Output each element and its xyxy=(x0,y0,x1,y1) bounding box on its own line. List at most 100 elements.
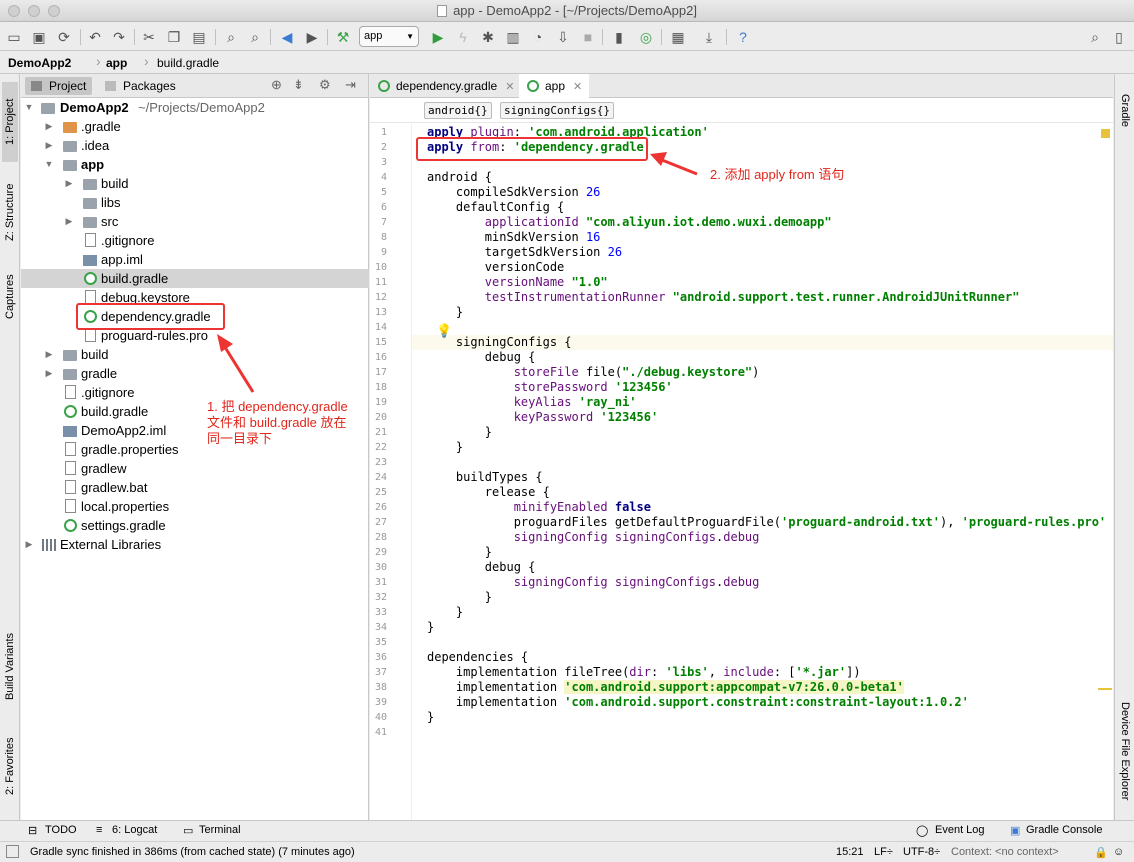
tool-tab-build-variants[interactable]: Build Variants xyxy=(2,622,18,710)
gradle-icon[interactable]: ◎ xyxy=(637,28,655,46)
debug-icon[interactable]: ✱ xyxy=(479,28,497,46)
crumb-module[interactable]: app xyxy=(106,56,127,70)
help-icon[interactable]: ? xyxy=(734,28,752,46)
code-line: implementation 'com.android.support.cons… xyxy=(427,695,969,709)
line-number: 15 xyxy=(374,337,387,348)
tool-tab-device-file-explorer[interactable]: Device File Explorer xyxy=(1117,688,1133,814)
line-number: 22 xyxy=(374,442,387,453)
search-everywhere-icon[interactable]: ⌕ xyxy=(1086,28,1104,46)
apply-changes-icon[interactable]: ϟ xyxy=(454,28,472,46)
sync-icon[interactable]: ⟳ xyxy=(55,28,73,46)
copy-icon[interactable]: ❐ xyxy=(165,28,183,46)
tool-windows-toggle-icon[interactable] xyxy=(6,845,19,858)
tool-tab-structure[interactable]: Z: Structure xyxy=(2,172,18,252)
sync-gradle-icon[interactable]: ▮ xyxy=(610,28,628,46)
code-line: } xyxy=(427,590,493,604)
code-line: release { xyxy=(427,485,550,499)
undo-icon[interactable]: ↶ xyxy=(86,28,104,46)
line-separator[interactable]: LF÷ xyxy=(874,846,893,858)
line-number: 28 xyxy=(374,532,387,543)
title-bar: app - DemoApp2 - [~/Projects/DemoApp2] xyxy=(0,0,1134,22)
tool-todo[interactable]: TODO xyxy=(45,824,77,836)
project-panel: Project Packages ⊕ ⇟ ⚙ ⇥ ▼ DemoApp2 ~/Proj… xyxy=(21,74,369,820)
line-number: 19 xyxy=(374,397,387,408)
terminal-icon: ▭ xyxy=(183,825,194,837)
code-line: buildTypes { xyxy=(427,470,543,484)
line-number: 12 xyxy=(374,292,387,303)
project-structure-icon[interactable]: ▦ xyxy=(669,28,687,46)
code-line: signingConfig signingConfigs.debug xyxy=(513,575,760,589)
replace-icon[interactable]: ⌕ xyxy=(246,28,264,46)
code-line: } xyxy=(427,605,464,619)
run-icon[interactable]: ▶ xyxy=(429,28,447,46)
tool-logcat[interactable]: 6: Logcat xyxy=(112,824,157,836)
status-bar: Gradle sync finished in 386ms (from cach… xyxy=(0,841,1134,862)
line-number: 37 xyxy=(374,667,387,678)
document-icon xyxy=(437,5,448,17)
line-number: 20 xyxy=(374,412,387,423)
chevron-down-icon: ▼ xyxy=(406,32,414,41)
tool-tab-gradle[interactable]: Gradle xyxy=(1117,84,1133,138)
window-controls xyxy=(8,5,60,17)
make-project-icon[interactable]: ⚒ xyxy=(334,28,352,46)
crumb-project[interactable]: DemoApp2 xyxy=(8,56,71,70)
paste-icon[interactable]: ▤ xyxy=(190,28,208,46)
code-line: } xyxy=(427,710,435,724)
inspector-icon[interactable]: ☺ xyxy=(1113,846,1124,858)
redo-icon[interactable]: ↷ xyxy=(110,28,128,46)
tool-tab-project[interactable]: 1: Project xyxy=(2,82,18,162)
line-number: 13 xyxy=(374,307,387,318)
forward-icon[interactable]: ▶ xyxy=(303,28,321,46)
open-folder-icon[interactable]: ▭ xyxy=(5,28,23,46)
sdk-manager-icon[interactable]: ⤓ xyxy=(700,28,718,46)
cursor-position[interactable]: 15:21 xyxy=(836,846,864,858)
minimize-window-button[interactable] xyxy=(28,5,40,17)
line-number: 39 xyxy=(374,697,387,708)
code-line: minifyEnabled false xyxy=(513,500,651,514)
tool-tab-favorites[interactable]: 2: Favorites xyxy=(2,726,18,806)
code-line: } xyxy=(427,305,464,319)
code-line: } xyxy=(427,425,493,439)
line-number: 32 xyxy=(374,592,387,603)
tool-terminal[interactable]: Terminal xyxy=(199,824,241,836)
code-line: testInstrumentationRunner "android.suppo… xyxy=(484,290,1020,304)
zoom-window-button[interactable] xyxy=(48,5,60,17)
chevron-right-icon: › xyxy=(144,53,149,69)
layout-icon[interactable]: ▯ xyxy=(1110,28,1128,46)
code-line: implementation fileTree(dir: 'libs', inc… xyxy=(427,665,861,679)
back-icon[interactable]: ◀ xyxy=(278,28,296,46)
line-number: 25 xyxy=(374,487,387,498)
lock-icon[interactable]: 🔒 xyxy=(1094,846,1108,859)
file-encoding[interactable]: UTF-8÷ xyxy=(903,846,940,858)
cut-icon[interactable]: ✂ xyxy=(140,28,158,46)
window-title: app - DemoApp2 - [~/Projects/DemoApp2] xyxy=(453,3,697,18)
line-number: 27 xyxy=(374,517,387,528)
close-window-button[interactable] xyxy=(8,5,20,17)
coverage-icon[interactable]: ▥ xyxy=(504,28,522,46)
save-icon[interactable]: ▣ xyxy=(30,28,48,46)
tool-tab-captures[interactable]: Captures xyxy=(2,264,18,330)
crumb-file[interactable]: build.gradle xyxy=(157,56,219,70)
context-indicator[interactable]: Context: <no context> xyxy=(951,846,1059,858)
stop-icon[interactable]: ■ xyxy=(579,28,597,46)
line-number: 11 xyxy=(374,277,387,288)
line-number: 40 xyxy=(374,712,387,723)
profile-icon[interactable]: ◔ xyxy=(529,28,547,46)
event-log-icon: ◯ xyxy=(916,825,929,837)
run-configuration-select[interactable]: app ▼ xyxy=(359,26,419,47)
tool-event-log[interactable]: Event Log xyxy=(935,824,985,836)
attach-debugger-icon[interactable]: ⇩ xyxy=(554,28,572,46)
tool-gradle-console[interactable]: Gradle Console xyxy=(1026,824,1102,836)
annotation-arrow-1 xyxy=(217,334,255,393)
run-config-label: app xyxy=(364,30,383,42)
logcat-icon: ≡ xyxy=(96,824,103,836)
code-line: signingConfig signingConfigs.debug xyxy=(513,530,760,544)
intention-bulb-icon[interactable]: 💡 xyxy=(436,323,452,339)
code-line: storeFile file("./debug.keystore") xyxy=(513,365,760,379)
status-message[interactable]: Gradle sync finished in 386ms (from cach… xyxy=(30,846,355,858)
code-line: } xyxy=(427,620,435,634)
warning-marker[interactable] xyxy=(1098,688,1112,690)
line-number: 16 xyxy=(374,352,387,363)
find-icon[interactable]: ⌕ xyxy=(222,28,240,46)
editor-area: dependency.gradle ✕ app ✕ android{} signin… xyxy=(370,74,1113,820)
